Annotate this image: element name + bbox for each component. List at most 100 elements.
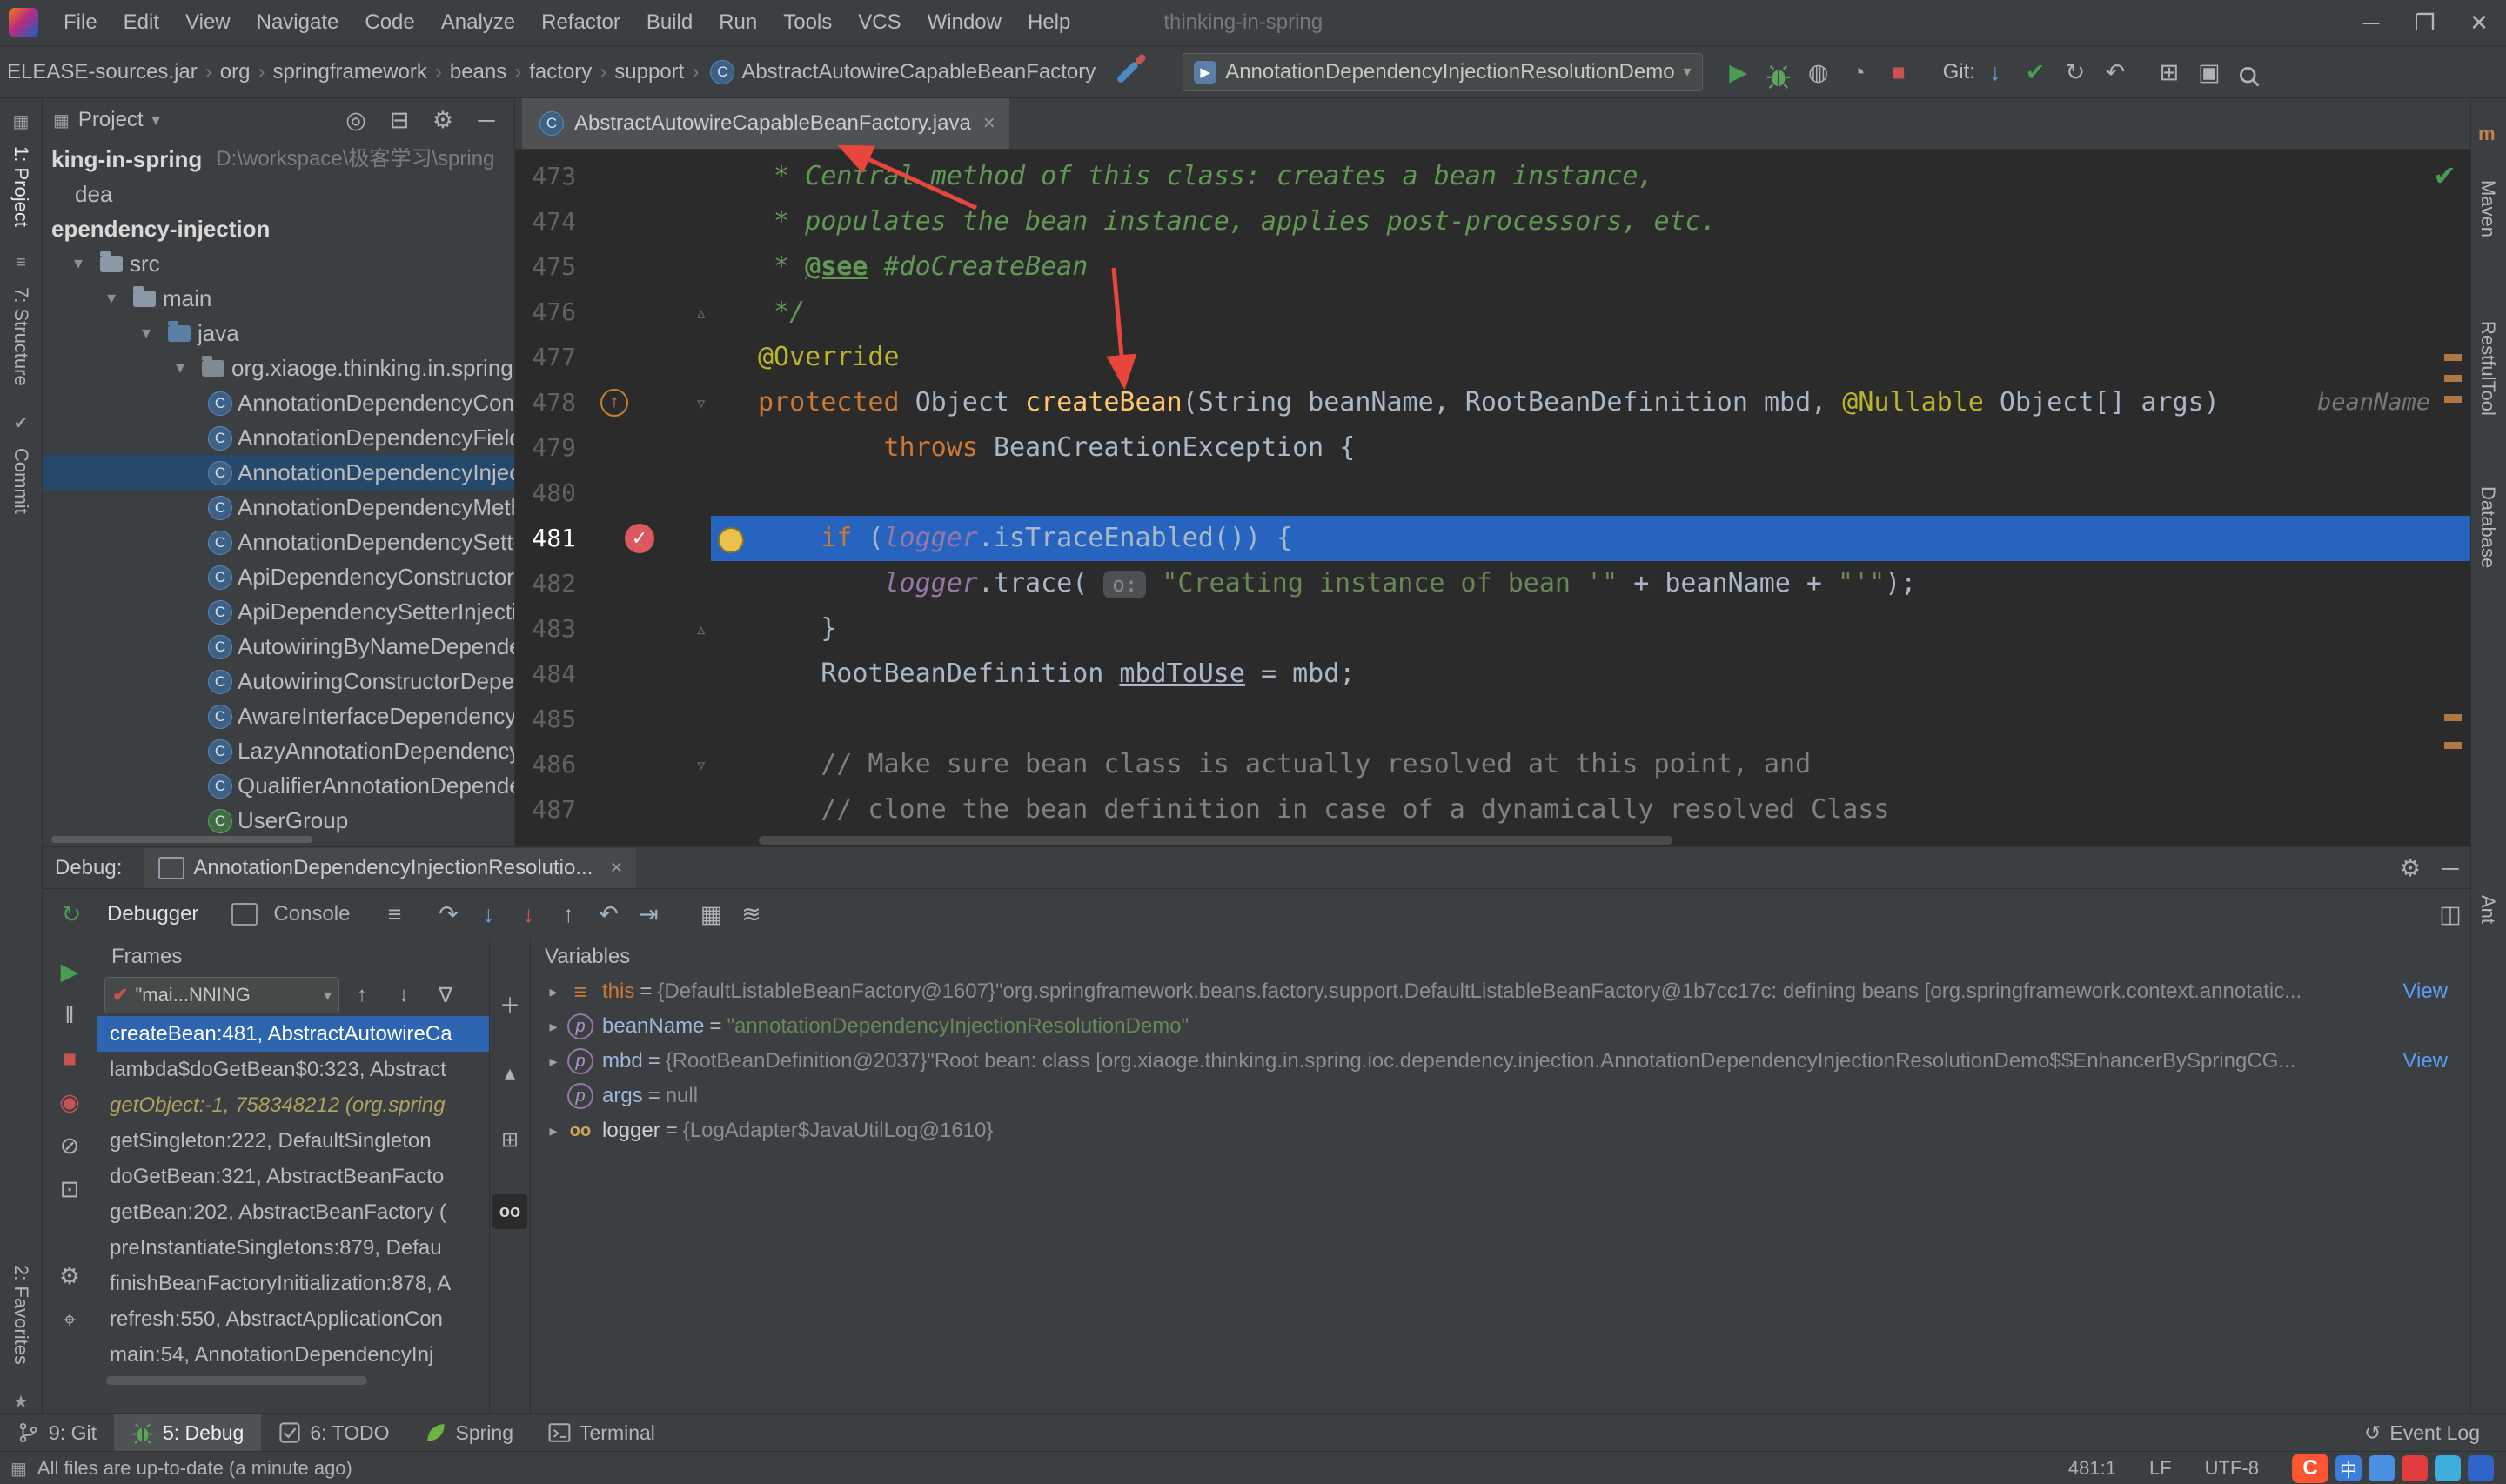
frame-row[interactable]: getObject:-1, 758348212 (org.spring xyxy=(97,1087,489,1123)
line-number[interactable]: 478 xyxy=(515,380,576,425)
toolwindow-todo[interactable]: 6: TODO xyxy=(261,1414,406,1452)
layout-settings-icon[interactable]: ◫ xyxy=(2430,893,2470,935)
variable-row[interactable]: ▸ oo logger = {LogAdapter$JavaUtilLog@1610} xyxy=(531,1113,2470,1148)
chevron-down-icon[interactable]: ▾ xyxy=(74,246,83,281)
line-number[interactable]: 474 xyxy=(515,199,576,244)
chevron-down-icon[interactable]: ▾ xyxy=(107,281,116,316)
code-line[interactable]: 479 throws BeanCreationException { xyxy=(515,425,2470,471)
mute-breakpoints-icon[interactable]: ≋ xyxy=(731,893,771,935)
frame-row[interactable]: getSingleton:222, DefaultSingleton xyxy=(97,1123,489,1159)
menu-help[interactable]: Help xyxy=(1015,0,1083,45)
hide-panel-icon[interactable]: ─ xyxy=(2430,847,2470,889)
menu-file[interactable]: File xyxy=(50,0,111,45)
previous-frame-icon[interactable]: ↑ xyxy=(343,983,381,1007)
file-encoding[interactable]: UTF-8 xyxy=(2205,1457,2259,1480)
git-update-icon[interactable]: ↓ xyxy=(1975,51,2015,93)
stripe-item-restfultool[interactable]: RestfulTool xyxy=(2476,321,2499,416)
project-tree-item[interactable]: ependency-injection xyxy=(43,211,514,246)
view-breakpoints-icon[interactable]: ◉ xyxy=(50,1080,90,1124)
expand-icon[interactable]: ▸ xyxy=(539,1018,567,1036)
menu-tools[interactable]: Tools xyxy=(770,0,845,45)
run-button[interactable]: ▶ xyxy=(1719,51,1759,93)
code-line[interactable]: 473 * Central method of this class: crea… xyxy=(515,154,2470,199)
gear-icon[interactable]: ⚙ xyxy=(425,99,460,141)
frame-row[interactable]: getBean:202, AbstractBeanFactory ( xyxy=(97,1194,489,1230)
code-line[interactable]: 474 * populates the bean instance, appli… xyxy=(515,199,2470,244)
breadcrumb-item[interactable]: ELEASE-sources.jar xyxy=(7,60,198,84)
code-line[interactable]: 484 RootBeanDefinition mbdToUse = mbd; xyxy=(515,652,2470,697)
horizontal-scrollbar[interactable] xyxy=(106,1376,367,1385)
line-number[interactable]: 483 xyxy=(515,606,576,652)
project-tree-item[interactable]: CAutowiringByNameDependency xyxy=(43,629,514,664)
editor-tab[interactable]: C AbstractAutowireCapableBeanFactory.jav… xyxy=(522,98,1009,149)
menu-build[interactable]: Build xyxy=(633,0,706,45)
breadcrumb-item[interactable]: AbstractAutowireCapableBeanFactory xyxy=(741,60,1096,84)
breadcrumb-item[interactable]: factory xyxy=(529,60,592,84)
code-line[interactable]: 483 ▵ } xyxy=(515,606,2470,652)
toolwindow-debug[interactable]: 5: Debug xyxy=(113,1414,262,1452)
project-tree-item[interactable]: C UserGroup xyxy=(43,803,514,838)
variable-row[interactable]: p args = null xyxy=(531,1079,2470,1113)
toolwindow-git[interactable]: 9: Git xyxy=(0,1414,114,1452)
close-tab-icon[interactable]: × xyxy=(610,856,622,880)
watches-toggle-icon[interactable]: oo xyxy=(492,1194,527,1229)
fold-marker-icon[interactable]: ▵ xyxy=(695,290,707,335)
project-tree-item[interactable]: CAutowiringConstructorDepender xyxy=(43,664,514,699)
stripe-item-database[interactable]: Database xyxy=(2476,486,2499,568)
mute-breakpoint-icon[interactable]: ⊘ xyxy=(50,1124,90,1167)
error-stripe-mark[interactable] xyxy=(2444,396,2462,403)
hide-panel-icon[interactable]: ─ xyxy=(469,99,504,141)
project-tree-item[interactable]: ▾ src xyxy=(43,246,514,281)
stripe-item-project[interactable]: 1: Project xyxy=(10,146,32,227)
line-number[interactable]: 476 xyxy=(515,290,576,335)
code-line[interactable]: 487 // clone the bean definition in case… xyxy=(515,787,2470,832)
search-icon[interactable] xyxy=(2229,56,2269,89)
code-line[interactable]: 476 ▵ */ xyxy=(515,290,2470,335)
project-tree-item[interactable]: CAwareInterfaceDependencyInjec xyxy=(43,699,514,733)
collapse-all-icon[interactable]: ⊟ xyxy=(382,99,417,141)
breadcrumb-item[interactable]: support xyxy=(614,60,684,84)
code-area[interactable]: 473 * Central method of this class: crea… xyxy=(515,154,2470,832)
line-number[interactable]: 475 xyxy=(515,244,576,290)
editor-horizontal-scrollbar[interactable] xyxy=(759,836,1672,845)
git-history-icon[interactable]: ↻ xyxy=(2055,51,2095,93)
line-number[interactable]: 482 xyxy=(515,561,576,606)
view-breakpoints-grid-icon[interactable]: ▦ xyxy=(691,893,731,935)
run-configuration-select[interactable]: ▶ AnnotationDependencyInjectionResolutio… xyxy=(1183,52,1703,91)
error-stripe-mark[interactable] xyxy=(2444,375,2462,382)
tab-debugger[interactable]: Debugger xyxy=(91,902,214,926)
maximize-icon[interactable]: ❒ xyxy=(2398,0,2452,45)
run-to-cursor-icon[interactable]: ⇥ xyxy=(628,893,668,935)
line-number[interactable]: 473 xyxy=(515,154,576,199)
intention-bulb-icon[interactable] xyxy=(718,527,744,553)
line-ending[interactable]: LF xyxy=(2149,1457,2172,1480)
view-link[interactable]: View xyxy=(2394,1044,2448,1079)
error-stripe-mark[interactable] xyxy=(2444,742,2462,749)
caret-position[interactable]: 481:1 xyxy=(2068,1457,2116,1480)
rerun-icon[interactable]: ↻ xyxy=(51,893,91,935)
close-icon[interactable]: ✕ xyxy=(2452,0,2506,45)
menu-code[interactable]: Code xyxy=(352,0,427,45)
add-watch-icon[interactable]: ＋ xyxy=(491,988,529,1019)
step-into-icon[interactable]: ↓ xyxy=(468,893,508,935)
code-line[interactable]: 486 ▿ // Make sure bean class is actually… xyxy=(515,742,2470,787)
chevron-down-icon[interactable]: ▾ xyxy=(176,351,184,385)
variable-row[interactable]: ▸ ≡ this = {DefaultListableBeanFactory@1607}… xyxy=(531,974,2470,1009)
copy-icon[interactable]: ⊞ xyxy=(491,1127,529,1153)
step-out-icon[interactable]: ↑ xyxy=(548,893,588,935)
debug-session-tab[interactable]: AnnotationDependencyInjectionResolutio..… xyxy=(144,847,637,888)
code-line[interactable]: 477 @Override xyxy=(515,335,2470,380)
frame-row[interactable]: lambda$doGetBean$0:323, Abstract xyxy=(97,1052,489,1087)
project-tree-item[interactable]: CAnnotationDependencyFieldInje xyxy=(43,420,514,455)
code-line[interactable]: 475 * @see #doCreateBean xyxy=(515,244,2470,290)
project-tree-item[interactable]: dea xyxy=(43,177,514,211)
project-tree-item[interactable]: CApiDependencySetterInjectionD xyxy=(43,594,514,629)
menu-window[interactable]: Window xyxy=(915,0,1015,45)
filter-frames-icon[interactable]: ∇ xyxy=(426,983,465,1008)
fold-marker-icon[interactable]: ▿ xyxy=(695,742,707,787)
thread-dump-icon[interactable]: ⊡ xyxy=(50,1167,90,1211)
line-number[interactable]: 486 xyxy=(515,742,576,787)
stop-button[interactable]: ■ xyxy=(1879,51,1919,93)
code-line[interactable]: 481 ✓ if (logger.isTraceEnabled()) { xyxy=(515,516,2470,561)
profiler-button[interactable]: ◔ xyxy=(1839,51,1879,93)
